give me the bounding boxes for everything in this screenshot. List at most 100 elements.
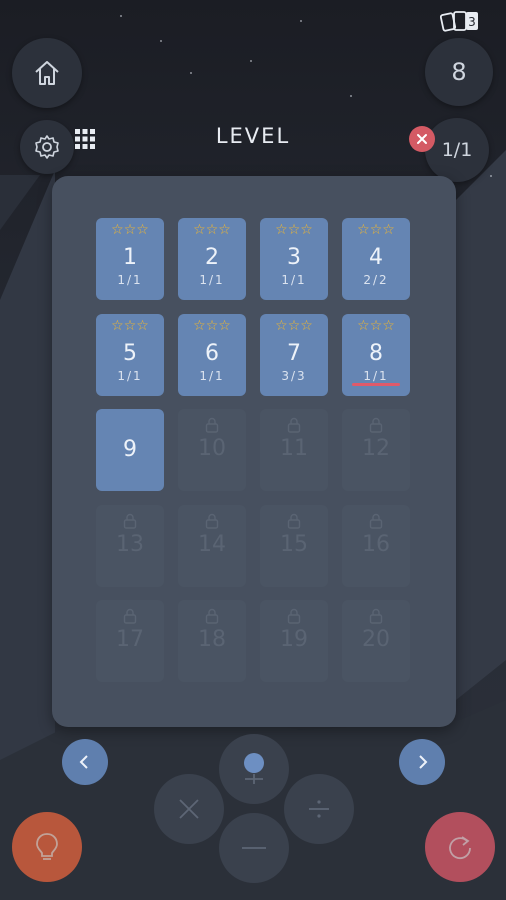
level-select-panel: ☆☆☆ 1 1/1 ☆☆☆ 2 1/1 ☆☆☆ 3 1/1 ☆☆☆ 4 2/2 ☆☆☆ 5 1/1 ☆☆☆ 6 1… — [52, 176, 456, 727]
star-rating: ☆☆☆ — [357, 222, 395, 238]
star-dot — [190, 72, 192, 74]
level-tile-2[interactable]: ☆☆☆ 2 1/1 — [178, 218, 246, 300]
progress-value: 1/1 — [441, 139, 473, 161]
level-tile-8[interactable]: ☆☆☆ 8 1/1 — [342, 314, 410, 396]
lock-icon — [287, 417, 301, 433]
level-tile-16: 16 — [342, 505, 410, 587]
level-number: 6 — [205, 341, 219, 366]
star-dot — [120, 15, 122, 17]
lightbulb-icon — [36, 833, 58, 860]
star-rating: ☆☆☆ — [357, 318, 395, 334]
level-tile-20: 20 — [342, 600, 410, 682]
level-number: 5 — [123, 341, 137, 366]
level-number: 20 — [362, 627, 390, 652]
close-button[interactable] — [409, 126, 435, 152]
level-score: 1/1 — [363, 369, 389, 383]
cards-deck-icon[interactable]: 3 — [439, 10, 480, 34]
progress-button[interactable]: 1/1 — [425, 118, 489, 182]
level-tile-4[interactable]: ☆☆☆ 4 2/2 — [342, 218, 410, 300]
level-score: 1/1 — [199, 369, 225, 383]
previous-page-button[interactable] — [62, 739, 108, 785]
level-tile-6[interactable]: ☆☆☆ 6 1/1 — [178, 314, 246, 396]
level-number: 13 — [116, 532, 144, 557]
star-rating: ☆☆☆ — [193, 222, 231, 238]
divide-button[interactable] — [284, 774, 354, 844]
restart-icon — [449, 836, 471, 860]
level-score: 2/2 — [363, 273, 389, 287]
next-page-button[interactable] — [399, 739, 445, 785]
lock-icon — [205, 608, 219, 624]
level-number: 12 — [362, 436, 390, 461]
level-number: 11 — [280, 436, 308, 461]
lock-icon — [369, 608, 383, 624]
level-number: 19 — [280, 627, 308, 652]
pin-icon — [244, 753, 264, 784]
star-rating: ☆☆☆ — [275, 222, 313, 238]
level-tile-7[interactable]: ☆☆☆ 7 3/3 — [260, 314, 328, 396]
star-dot — [490, 175, 492, 177]
level-number: 4 — [369, 245, 383, 270]
lock-icon — [205, 513, 219, 529]
home-button[interactable] — [12, 38, 82, 108]
level-tile-10: 10 — [178, 409, 246, 491]
lock-icon — [205, 417, 219, 433]
level-number: 16 — [362, 532, 390, 557]
last-played-indicator — [352, 383, 400, 386]
lock-icon — [287, 513, 301, 529]
level-score: 1/1 — [281, 273, 307, 287]
level-tile-3[interactable]: ☆☆☆ 3 1/1 — [260, 218, 328, 300]
level-tile-18: 18 — [178, 600, 246, 682]
lock-icon — [123, 513, 137, 529]
level-tile-12: 12 — [342, 409, 410, 491]
star-dot — [300, 20, 302, 22]
home-icon — [35, 61, 59, 85]
level-tile-1[interactable]: ☆☆☆ 1 1/1 — [96, 218, 164, 300]
level-tile-14: 14 — [178, 505, 246, 587]
level-number: 10 — [198, 436, 226, 461]
move-count-button[interactable]: 8 — [425, 38, 493, 106]
lock-icon — [123, 608, 137, 624]
level-number: 15 — [280, 532, 308, 557]
minus-icon — [242, 847, 266, 849]
level-number: 8 — [369, 341, 383, 366]
restart-button[interactable] — [425, 812, 495, 882]
star-rating: ☆☆☆ — [275, 318, 313, 334]
level-score: 1/1 — [117, 273, 143, 287]
level-number: 18 — [198, 627, 226, 652]
star-dot — [250, 60, 252, 62]
level-number: 2 — [205, 245, 219, 270]
star-rating: ☆☆☆ — [111, 222, 149, 238]
move-count: 8 — [451, 58, 467, 86]
level-tile-11: 11 — [260, 409, 328, 491]
level-tile-19: 19 — [260, 600, 328, 682]
chevron-left-icon — [79, 755, 88, 769]
deck-count: 3 — [468, 15, 476, 29]
hint-button[interactable] — [12, 812, 82, 882]
level-number: 17 — [116, 627, 144, 652]
level-number: 1 — [123, 245, 137, 270]
level-tile-15: 15 — [260, 505, 328, 587]
level-score: 1/1 — [199, 273, 225, 287]
level-number: 7 — [287, 341, 301, 366]
level-number: 9 — [123, 437, 137, 462]
close-icon — [417, 134, 427, 144]
level-tile-5[interactable]: ☆☆☆ 5 1/1 — [96, 314, 164, 396]
multiply-button[interactable] — [154, 774, 224, 844]
minus-button[interactable] — [219, 813, 289, 883]
level-tile-9[interactable]: 9 — [96, 409, 164, 491]
star-rating: ☆☆☆ — [193, 318, 231, 334]
star-rating: ☆☆☆ — [111, 318, 149, 334]
lock-icon — [369, 417, 383, 433]
chevron-right-icon — [419, 755, 428, 769]
level-number: 3 — [287, 245, 301, 270]
lock-icon — [369, 513, 383, 529]
plus-button[interactable] — [219, 734, 289, 804]
level-score: 3/3 — [281, 369, 307, 383]
level-score: 1/1 — [117, 369, 143, 383]
level-tile-13: 13 — [96, 505, 164, 587]
multiply-icon — [179, 799, 199, 819]
level-number: 14 — [198, 532, 226, 557]
lock-icon — [287, 608, 301, 624]
level-tile-17: 17 — [96, 600, 164, 682]
star-dot — [160, 40, 162, 42]
